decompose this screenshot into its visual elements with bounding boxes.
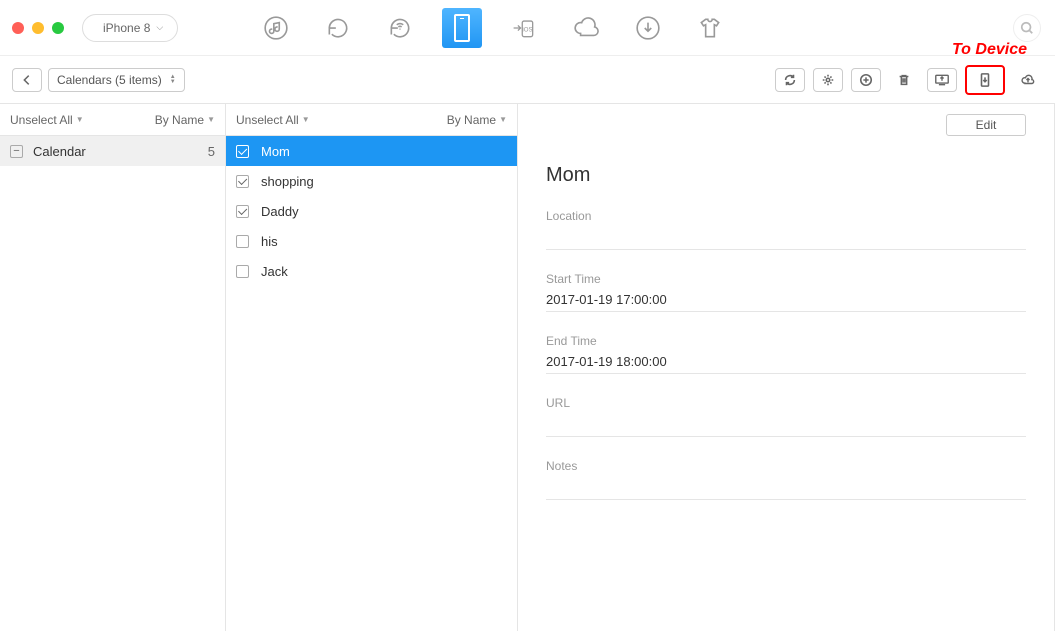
device-name: iPhone 8: [103, 21, 150, 35]
checkbox[interactable]: [236, 235, 249, 248]
edit-button[interactable]: Edit: [946, 114, 1026, 136]
caret-down-icon: ▼: [207, 115, 215, 124]
event-label: Jack: [261, 264, 288, 279]
minimize-window-button[interactable]: [32, 22, 44, 34]
search-button[interactable]: [1013, 14, 1041, 42]
maximize-window-button[interactable]: [52, 22, 64, 34]
location-value: [546, 229, 1026, 245]
delete-button[interactable]: [889, 68, 919, 92]
checkbox[interactable]: [236, 145, 249, 158]
event-label: his: [261, 234, 278, 249]
device-icon[interactable]: [442, 8, 482, 48]
content-columns: Unselect All ▼ By Name ▼ − Calendar 5 Un…: [0, 104, 1055, 631]
action-buttons: [775, 65, 1043, 95]
unselect-all-label: Unselect All: [10, 113, 73, 127]
to-ios-icon[interactable]: iOS: [504, 8, 544, 48]
svg-text:iOS: iOS: [523, 27, 533, 33]
category-label: Calendar: [33, 144, 86, 159]
checkbox[interactable]: [236, 265, 249, 278]
category-count: 5: [208, 144, 215, 159]
event-row[interactable]: Jack: [226, 256, 517, 286]
sort-label: By Name: [447, 113, 496, 127]
caret-down-icon: ⌵: [156, 22, 163, 33]
event-title: Mom: [546, 164, 1026, 187]
unselect-all-dropdown[interactable]: Unselect All ▼: [236, 113, 310, 127]
sort-dropdown[interactable]: By Name ▼: [447, 113, 507, 127]
unselect-all-dropdown[interactable]: Unselect All ▼: [10, 113, 84, 127]
settings-button[interactable]: [813, 68, 843, 92]
detail-pane: Edit Mom Location Start Time 2017-01-19 …: [518, 104, 1054, 520]
location-label: Location: [546, 209, 1026, 223]
event-label: Daddy: [261, 204, 299, 219]
to-cloud-button[interactable]: [1013, 68, 1043, 92]
caret-down-icon: ▼: [302, 115, 310, 124]
url-value: [546, 416, 1026, 432]
start-time-label: Start Time: [546, 272, 1026, 286]
stepper-icon: ▲▼: [170, 75, 176, 85]
url-label: URL: [546, 396, 1026, 410]
refresh-button[interactable]: [775, 68, 805, 92]
wifi-backup-icon[interactable]: [380, 8, 420, 48]
category-row-calendar[interactable]: − Calendar 5: [0, 136, 225, 166]
music-icon[interactable]: [256, 8, 296, 48]
to-device-button[interactable]: [965, 65, 1005, 95]
end-time-value: 2017-01-19 18:00:00: [546, 354, 1026, 374]
download-icon[interactable]: [628, 8, 668, 48]
checkbox[interactable]: [236, 205, 249, 218]
event-column: Unselect All ▼ By Name ▼ Mom shopping Dadd…: [226, 104, 518, 631]
breadcrumb-label: Calendars (5 items): [57, 73, 162, 87]
event-row[interactable]: shopping: [226, 166, 517, 196]
sort-label: By Name: [155, 113, 204, 127]
event-row[interactable]: Daddy: [226, 196, 517, 226]
detail-column: Edit Mom Location Start Time 2017-01-19 …: [518, 104, 1055, 631]
notes-value: [546, 479, 1026, 495]
sub-toolbar: Calendars (5 items) ▲▼: [0, 56, 1055, 104]
end-time-label: End Time: [546, 334, 1026, 348]
close-window-button[interactable]: [12, 22, 24, 34]
event-list: Mom shopping Daddy his Jack: [226, 136, 517, 286]
back-button[interactable]: [12, 68, 42, 92]
event-label: shopping: [261, 174, 314, 189]
start-time-value: 2017-01-19 17:00:00: [546, 292, 1026, 312]
tshirt-icon[interactable]: [690, 8, 730, 48]
unselect-all-label: Unselect All: [236, 113, 299, 127]
export-to-mac-button[interactable]: [927, 68, 957, 92]
sort-dropdown[interactable]: By Name ▼: [155, 113, 215, 127]
backup-icon[interactable]: [318, 8, 358, 48]
event-label: Mom: [261, 144, 290, 159]
notes-label: Notes: [546, 459, 1026, 473]
event-header: Unselect All ▼ By Name ▼: [226, 104, 517, 136]
add-button[interactable]: [851, 68, 881, 92]
caret-down-icon: ▼: [499, 115, 507, 124]
category-column: Unselect All ▼ By Name ▼ − Calendar 5: [0, 104, 226, 631]
caret-down-icon: ▼: [76, 115, 84, 124]
partial-select-indicator[interactable]: −: [10, 145, 23, 158]
checkbox[interactable]: [236, 175, 249, 188]
category-header: Unselect All ▼ By Name ▼: [0, 104, 225, 136]
top-toolbar: iPhone 8 ⌵ iOS: [0, 0, 1055, 56]
event-row[interactable]: his: [226, 226, 517, 256]
cloud-icon[interactable]: [566, 8, 606, 48]
window-controls: [12, 22, 64, 34]
event-row[interactable]: Mom: [226, 136, 517, 166]
breadcrumb-selector[interactable]: Calendars (5 items) ▲▼: [48, 68, 185, 92]
device-selector[interactable]: iPhone 8 ⌵: [82, 14, 178, 42]
category-icons: iOS: [256, 8, 730, 48]
